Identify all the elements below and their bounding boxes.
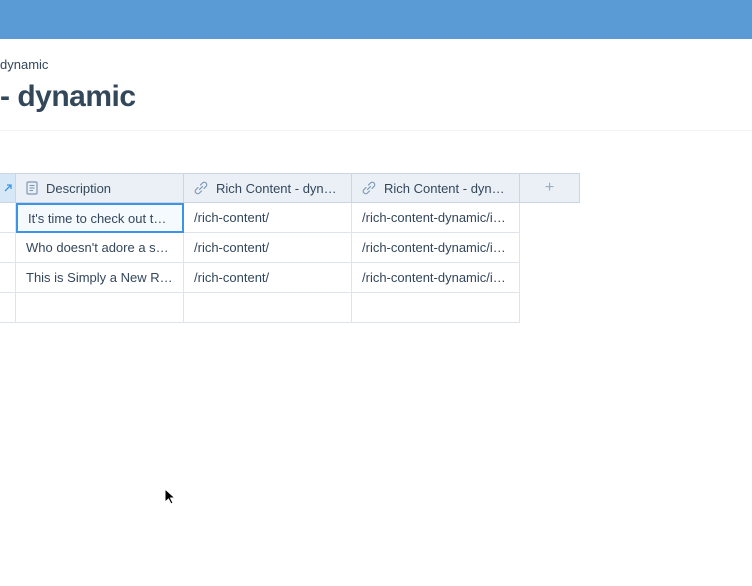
column-header-expand[interactable] <box>0 173 16 203</box>
column-label: Description <box>46 181 111 196</box>
table-body: It's time to check out the … /rich-conte… <box>0 203 752 323</box>
cell-empty[interactable] <box>184 293 352 323</box>
breadcrumb-text: dynamic <box>0 57 48 72</box>
mouse-cursor <box>164 488 178 509</box>
row-gutter[interactable] <box>0 293 16 323</box>
page-title: - dynamic <box>0 80 752 114</box>
row-gutter[interactable] <box>0 203 16 233</box>
expand-icon <box>3 183 13 193</box>
top-nav-bar[interactable] <box>0 0 752 39</box>
cell-rich-content-1[interactable]: /rich-content/ <box>184 263 352 293</box>
column-label: Rich Content - dynam… <box>216 181 341 196</box>
row-gutter[interactable] <box>0 233 16 263</box>
description-icon <box>26 181 38 195</box>
cell-empty[interactable] <box>16 293 184 323</box>
link-icon <box>194 181 208 195</box>
column-header-rich-content-1[interactable]: Rich Content - dynam… <box>184 173 352 203</box>
column-label: Rich Content - dynam… <box>384 181 509 196</box>
breadcrumb[interactable]: dynamic <box>0 57 752 72</box>
table-row-empty[interactable] <box>0 293 752 323</box>
link-icon <box>362 181 376 195</box>
column-header-rich-content-2[interactable]: Rich Content - dynam… <box>352 173 520 203</box>
cell-rich-content-2[interactable]: /rich-content-dynamic/i-a… <box>352 203 520 233</box>
page-header: dynamic - dynamic <box>0 39 752 131</box>
cell-empty[interactable] <box>352 293 520 323</box>
cell-description[interactable]: It's time to check out the … <box>16 203 184 233</box>
table-row[interactable]: It's time to check out the … /rich-conte… <box>0 203 752 233</box>
data-table: Description Rich Content - dynam… Rich C… <box>0 173 752 323</box>
cell-rich-content-2[interactable]: /rich-content-dynamic/i-a… <box>352 263 520 293</box>
content-area: Description Rich Content - dynam… Rich C… <box>0 131 752 323</box>
add-column-button[interactable]: + <box>520 173 580 203</box>
cell-rich-content-1[interactable]: /rich-content/ <box>184 203 352 233</box>
cell-rich-content-2[interactable]: /rich-content-dynamic/i-a… <box>352 233 520 263</box>
table-header-row: Description Rich Content - dynam… Rich C… <box>0 173 752 203</box>
cell-rich-content-1[interactable]: /rich-content/ <box>184 233 352 263</box>
cell-description[interactable]: This is Simply a New Rich … <box>16 263 184 293</box>
row-gutter[interactable] <box>0 263 16 293</box>
table-row[interactable]: Who doesn't adore a smili… /rich-content… <box>0 233 752 263</box>
table-row[interactable]: This is Simply a New Rich … /rich-conten… <box>0 263 752 293</box>
column-header-description[interactable]: Description <box>16 173 184 203</box>
cell-description[interactable]: Who doesn't adore a smili… <box>16 233 184 263</box>
plus-icon: + <box>545 179 554 197</box>
